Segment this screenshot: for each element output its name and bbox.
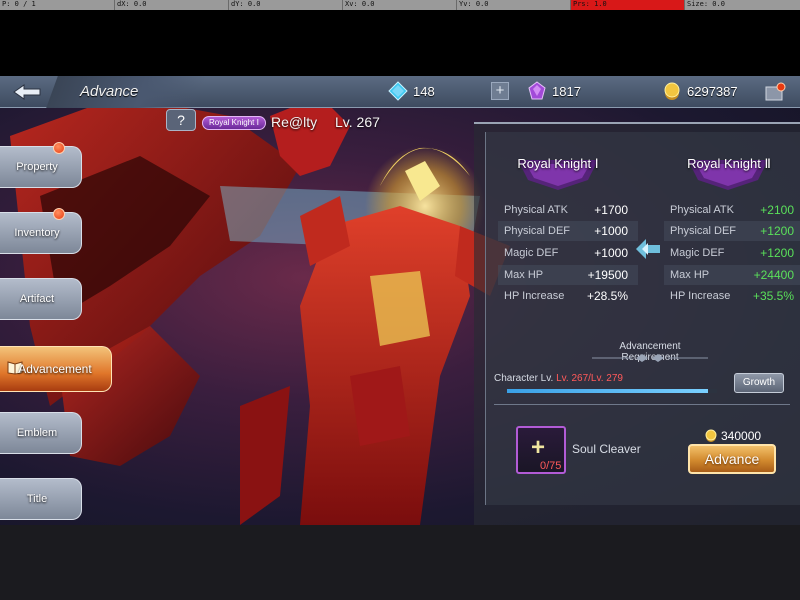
notification-dot — [53, 208, 65, 220]
bottom-area — [0, 525, 800, 600]
debug-dy: dY: 0.0 — [228, 0, 342, 10]
requirement-value: Lv. 267/Lv. 279 — [556, 373, 623, 384]
current-rank-title: Royal Knight Ⅰ — [517, 156, 599, 171]
requirement-ornament — [592, 354, 708, 362]
advance-arrow-icon — [636, 239, 660, 259]
gold-coin-icon — [705, 429, 717, 442]
growth-button[interactable]: Growth — [734, 373, 784, 393]
requirement-name: Character Lv. — [494, 373, 554, 384]
stat-value: +2100 — [760, 203, 794, 217]
debug-pressure: Prs: 1.0 — [570, 0, 684, 10]
back-button[interactable] — [8, 80, 48, 104]
add-currency-button[interactable]: + — [491, 82, 509, 100]
stat-label: Physical DEF — [670, 225, 737, 237]
debug-pointer: P: 0 / 1 — [2, 0, 36, 8]
stat-value: +1000 — [594, 224, 628, 238]
nav-label: Inventory — [14, 227, 60, 239]
stat-value: +1000 — [594, 246, 628, 260]
crystal-count: 1817 — [552, 84, 581, 99]
gold-cost: 340000 — [721, 429, 762, 443]
divider — [494, 404, 790, 405]
game-viewport: Advance 148 + 1817 6297387 ? Royal Knigh… — [0, 76, 800, 525]
stat-value: +24400 — [753, 268, 794, 282]
nav-property[interactable]: Property — [0, 142, 82, 188]
gem-count: 148 — [413, 84, 435, 99]
material-slot[interactable]: + 0/75 — [516, 426, 566, 474]
debug-yv: Yv: 0.0 — [456, 0, 570, 10]
stat-value: +1200 — [760, 246, 794, 260]
stat-row: HP Increase +35.5% — [664, 286, 800, 306]
debug-xv: Xv: 0.0 — [342, 0, 456, 10]
stat-row: Physical ATK +2100 — [664, 200, 800, 220]
diamond-icon — [388, 81, 408, 101]
stat-row: Physical ATK +1700 — [498, 200, 638, 220]
class-badge: Royal Knight Ⅰ — [202, 116, 266, 130]
material-name: Soul Cleaver — [572, 442, 641, 456]
debug-status-bar: P: 0 / 1 dX: 0.0 dY: 0.0 Xv: 0.0 Yv: 0.0… — [0, 0, 800, 10]
character-name: Re@lty — [271, 114, 318, 130]
gold-coin-icon — [664, 82, 680, 100]
debug-size: Size: 0.0 — [684, 0, 800, 10]
gold-count: 6297387 — [687, 84, 738, 99]
stat-row: Max HP +19500 — [498, 265, 638, 285]
stat-label: Physical ATK — [504, 204, 568, 216]
nav-label: Emblem — [16, 427, 58, 439]
nav-label: Property — [16, 161, 58, 173]
nav-artifact[interactable]: Artifact — [0, 278, 82, 320]
material-count: 0/75 — [540, 460, 562, 472]
nav-label: Advancement — [18, 362, 92, 376]
crystal-icon — [528, 81, 546, 100]
stat-label: HP Increase — [670, 290, 731, 302]
stat-label: Physical ATK — [670, 204, 734, 216]
stat-value: +19500 — [587, 268, 628, 282]
stat-row: HP Increase +28.5% — [498, 286, 638, 306]
stat-row: Max HP +24400 — [664, 265, 800, 285]
stat-label: Max HP — [670, 269, 710, 281]
stat-row: Magic DEF +1000 — [498, 243, 638, 263]
nav-label: Artifact — [19, 293, 55, 305]
notification-dot — [53, 142, 65, 154]
debug-dx: dX: 0.0 — [114, 0, 228, 10]
stat-row: Physical DEF +1000 — [498, 221, 638, 241]
top-header: Advance 148 + 1817 6297387 — [0, 76, 800, 108]
stat-label: Physical DEF — [504, 225, 571, 237]
requirement-title-line1: Advancement — [619, 341, 681, 352]
nav-label: Title — [26, 493, 48, 505]
nav-title[interactable]: Title — [0, 478, 82, 520]
stat-row: Magic DEF +1200 — [664, 243, 800, 263]
stat-label: Max HP — [504, 269, 544, 281]
stat-label: HP Increase — [504, 290, 565, 302]
add-material-icon: + — [531, 434, 546, 461]
help-button[interactable]: ? — [166, 109, 196, 131]
page-title: Advance — [80, 83, 139, 100]
screen: P: 0 / 1 dX: 0.0 dY: 0.0 Xv: 0.0 Yv: 0.0… — [0, 0, 800, 600]
stat-value: +35.5% — [752, 289, 794, 303]
character-level: Lv. 267 — [335, 114, 380, 130]
stat-label: Magic DEF — [670, 247, 725, 259]
stat-value: +1700 — [594, 203, 628, 217]
requirement-label: Character Lv. Lv. 267/Lv. 279 — [494, 373, 623, 384]
requirement-progress-fill — [507, 389, 708, 393]
stat-label: Magic DEF — [504, 247, 559, 259]
mail-icon[interactable] — [764, 82, 786, 102]
nav-emblem[interactable]: Emblem — [0, 412, 82, 454]
stat-row: Physical DEF +1200 — [664, 221, 800, 241]
advance-button[interactable]: Advance — [688, 444, 776, 474]
stat-value: +1200 — [760, 224, 794, 238]
requirement-progress-bar — [507, 389, 717, 393]
next-rank-title: Royal Knight Ⅱ — [687, 156, 771, 171]
nav-advancement[interactable]: Advancement — [0, 346, 112, 392]
back-arrow-icon — [13, 84, 41, 100]
nav-inventory[interactable]: Inventory — [0, 208, 82, 254]
stat-value: +28.5% — [586, 289, 628, 303]
